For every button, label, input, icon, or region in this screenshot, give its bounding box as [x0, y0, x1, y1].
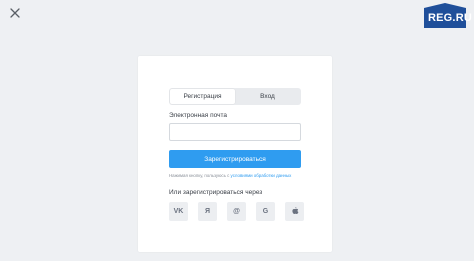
apple-button[interactable]	[285, 202, 304, 221]
google-icon: G	[262, 208, 269, 215]
close-icon[interactable]	[8, 6, 22, 20]
yandex-icon: Я	[204, 208, 211, 215]
yandex-button[interactable]: Я	[198, 202, 217, 221]
email-field[interactable]	[169, 123, 301, 141]
consent-link[interactable]: условиями обработки данных	[231, 173, 292, 178]
reg-ru-logo: REG.RU	[424, 3, 472, 28]
social-login-label: Или зарегистрироваться через	[169, 189, 263, 196]
social-buttons: VK Я @ G	[169, 202, 304, 221]
email-label: Электронная почта	[169, 112, 228, 119]
register-button[interactable]: Зарегистрироваться	[169, 150, 301, 168]
consent-note: Нажимая кнопку, пользуюсь с условиями об…	[169, 173, 309, 178]
vk-button[interactable]: VK	[169, 202, 188, 221]
auth-tabs: Регистрация Вход	[169, 88, 301, 105]
vk-icon: VK	[173, 208, 184, 215]
consent-text: Нажимая кнопку, пользуюсь с	[169, 173, 230, 178]
apple-icon	[291, 207, 299, 216]
mailru-icon: @	[233, 208, 240, 215]
tab-login[interactable]: Вход	[235, 89, 300, 104]
registration-card: Регистрация Вход Электронная почта Зарег…	[138, 56, 332, 252]
google-button[interactable]: G	[256, 202, 275, 221]
tab-registration[interactable]: Регистрация	[170, 89, 235, 104]
mailru-button[interactable]: @	[227, 202, 246, 221]
